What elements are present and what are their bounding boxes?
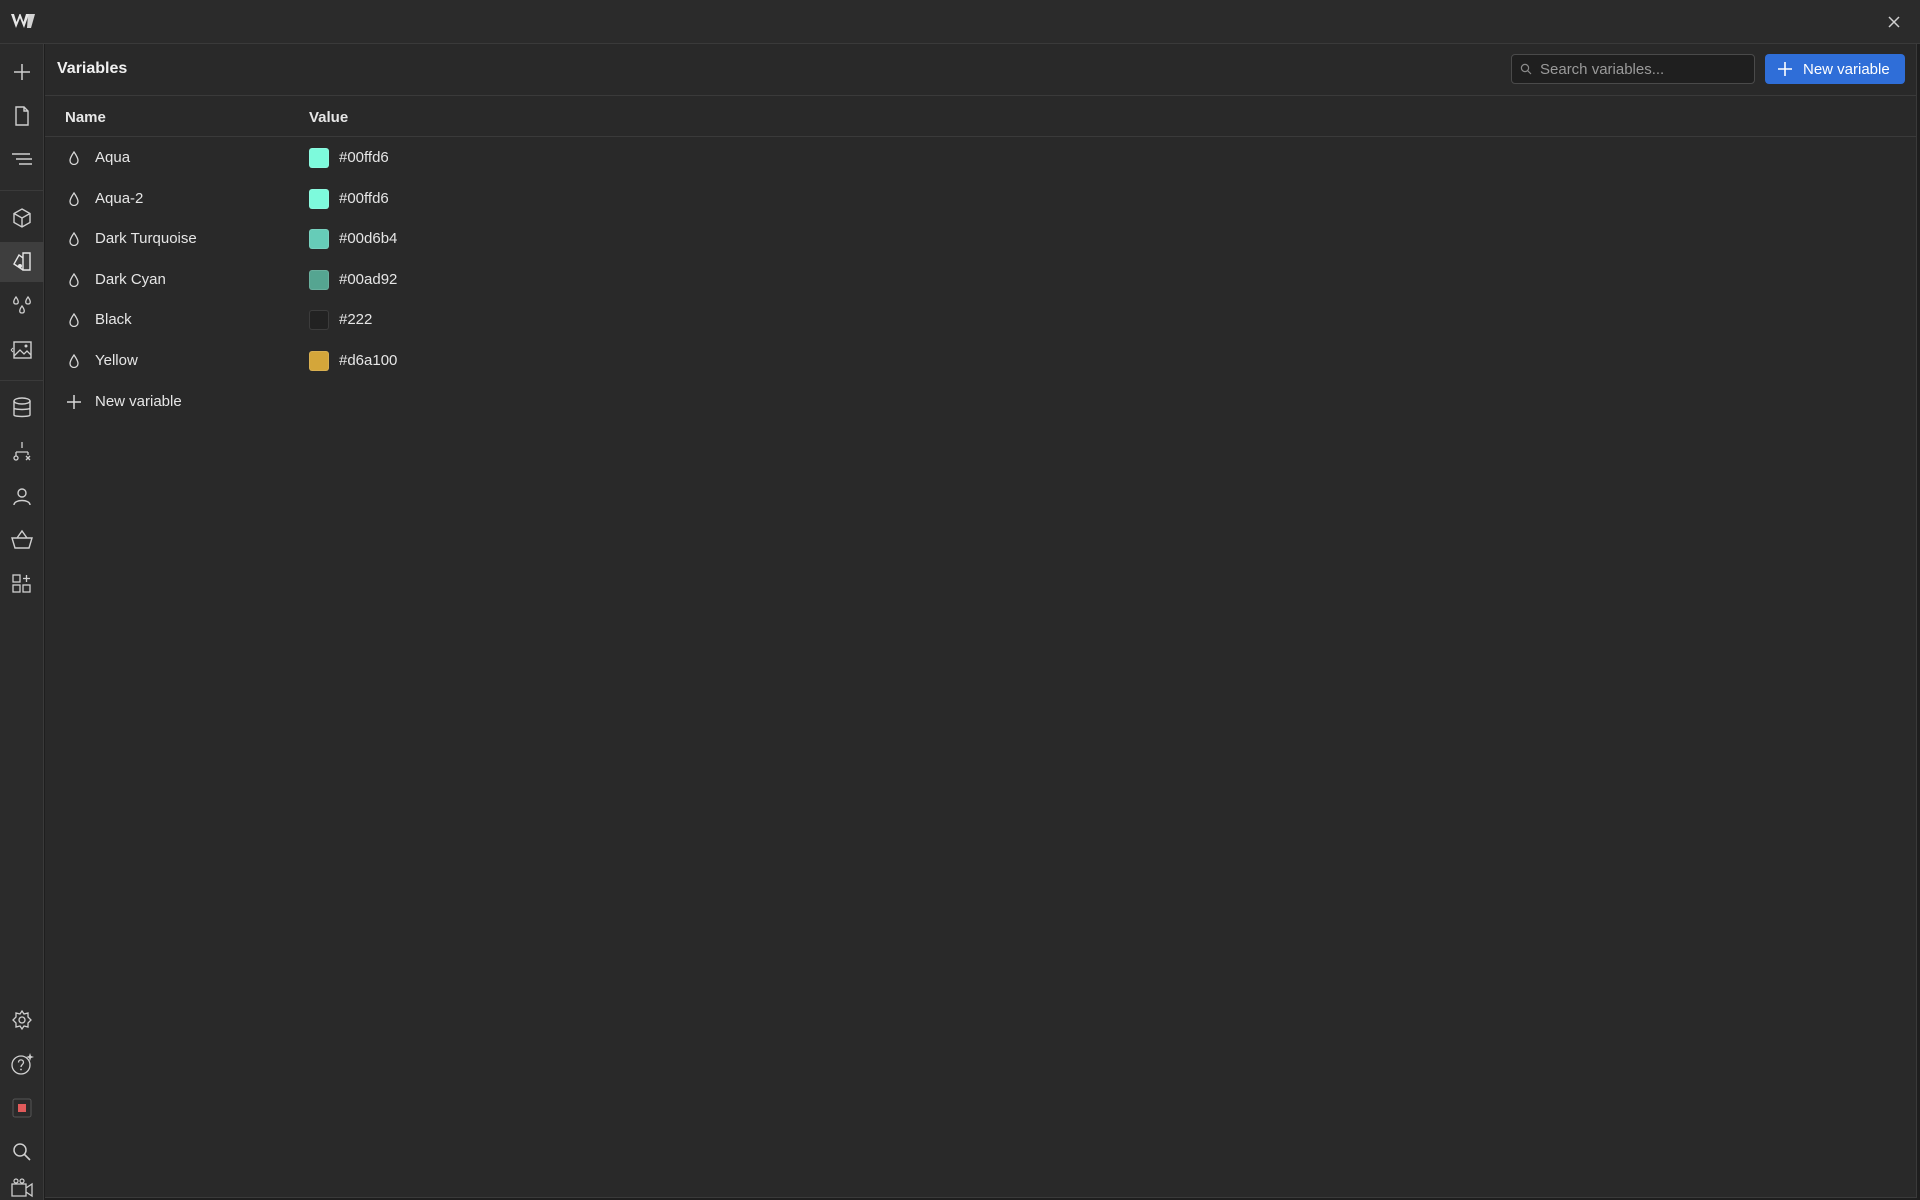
color-swatch[interactable] bbox=[309, 310, 329, 331]
table-row[interactable]: Dark Turquoise #00d6b4 bbox=[45, 219, 1917, 260]
variable-name: Aqua-2 bbox=[95, 189, 144, 207]
components-icon[interactable] bbox=[0, 198, 44, 238]
record-icon[interactable] bbox=[0, 1088, 44, 1128]
color-swatch[interactable] bbox=[309, 350, 329, 371]
search-icon bbox=[1520, 63, 1532, 75]
logic-icon[interactable] bbox=[0, 432, 44, 472]
column-header-value: Value bbox=[309, 109, 349, 126]
apps-icon[interactable] bbox=[0, 564, 44, 604]
table-header: Name Value bbox=[45, 97, 1917, 137]
color-drop-icon bbox=[69, 151, 79, 165]
video-icon[interactable] bbox=[0, 1176, 44, 1200]
new-variable-button-label: New variable bbox=[1803, 60, 1890, 78]
variable-name: Aqua bbox=[95, 149, 131, 166]
plus-icon bbox=[67, 394, 81, 409]
variable-value: #00ad92 bbox=[339, 270, 398, 288]
search-icon[interactable] bbox=[0, 1132, 44, 1172]
add-variable-label: New variable bbox=[95, 392, 182, 410]
assets-icon[interactable] bbox=[0, 330, 44, 370]
left-sidebar bbox=[0, 44, 44, 1200]
navigator-icon[interactable] bbox=[0, 140, 44, 180]
plus-icon bbox=[1778, 62, 1792, 76]
new-variable-button[interactable]: New variable bbox=[1765, 54, 1905, 84]
variable-value: #d6a100 bbox=[339, 351, 398, 369]
color-drop-icon bbox=[69, 191, 79, 206]
column-header-name: Name bbox=[65, 109, 106, 126]
color-drop-icon bbox=[69, 272, 79, 287]
settings-icon[interactable] bbox=[0, 1000, 44, 1040]
variable-value: #00ffd6 bbox=[339, 149, 389, 166]
variable-name: Black bbox=[95, 311, 132, 329]
webflow-logo-icon[interactable] bbox=[10, 12, 36, 32]
color-drop-icon bbox=[69, 232, 79, 247]
variables-list: Aqua #00ffd6 Aqua-2 #00ffd6 Dark Turquoi… bbox=[45, 138, 1917, 422]
add-variable-row[interactable]: New variable bbox=[45, 382, 345, 422]
color-swatch[interactable] bbox=[309, 229, 329, 250]
table-row[interactable]: Aqua #00ffd6 bbox=[45, 138, 1917, 179]
variable-value: #00d6b4 bbox=[339, 230, 398, 248]
table-row[interactable]: Aqua-2 #00ffd6 bbox=[45, 179, 1917, 220]
page-icon[interactable] bbox=[0, 96, 44, 136]
table-row[interactable]: Black #222 bbox=[45, 300, 1917, 341]
table-row[interactable]: Dark Cyan #00ad92 bbox=[45, 260, 1917, 301]
color-swatch[interactable] bbox=[309, 269, 329, 290]
variable-name: Dark Turquoise bbox=[95, 230, 197, 248]
variable-name: Yellow bbox=[95, 351, 138, 369]
variables-panel: Variables New variable Name Value Aqua #… bbox=[45, 44, 1917, 1198]
search-box[interactable] bbox=[1511, 54, 1755, 84]
color-swatch[interactable] bbox=[309, 188, 329, 209]
style-selector-icon[interactable] bbox=[0, 242, 44, 282]
users-icon[interactable] bbox=[0, 476, 44, 516]
help-icon[interactable] bbox=[0, 1044, 44, 1084]
color-swatch[interactable] bbox=[309, 148, 329, 168]
ecommerce-icon[interactable] bbox=[0, 520, 44, 560]
color-drop-icon bbox=[69, 313, 79, 328]
variable-name: Dark Cyan bbox=[95, 270, 166, 288]
variables-icon[interactable] bbox=[0, 286, 44, 326]
top-bar bbox=[0, 0, 1920, 44]
variable-value: #00ffd6 bbox=[339, 189, 389, 207]
panel-header: Variables New variable bbox=[45, 44, 1917, 96]
table-row[interactable]: Yellow #d6a100 bbox=[45, 341, 1917, 382]
search-input[interactable] bbox=[1538, 59, 1748, 79]
close-icon[interactable] bbox=[1882, 10, 1906, 34]
add-icon[interactable] bbox=[0, 52, 44, 92]
variable-value: #222 bbox=[339, 311, 373, 329]
color-drop-icon bbox=[69, 353, 79, 368]
panel-title: Variables bbox=[57, 60, 128, 77]
cms-icon[interactable] bbox=[0, 388, 44, 428]
